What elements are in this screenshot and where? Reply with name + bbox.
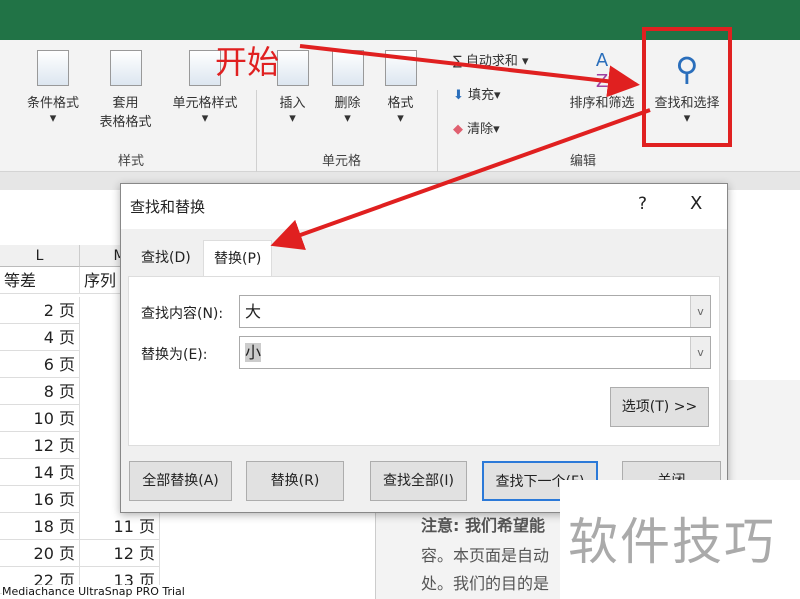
start-annotation: 开始 [215,43,279,81]
arrow-to-find-select [299,44,640,98]
arrow-to-replace-tab [270,108,651,250]
annotation-overlay: 开始 [215,27,732,250]
highlight-box [642,27,732,147]
